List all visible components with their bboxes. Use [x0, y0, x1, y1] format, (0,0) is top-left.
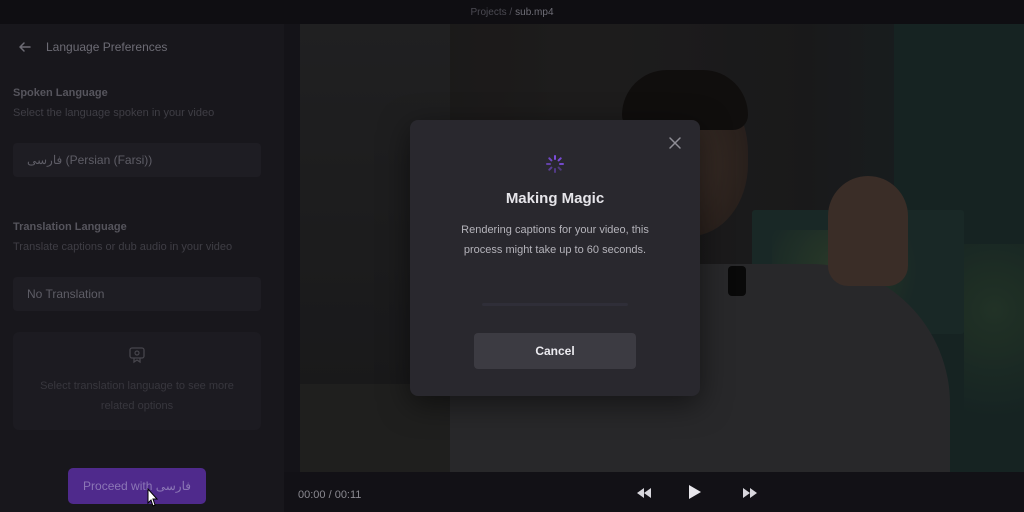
translation-language-value: No Translation	[27, 287, 105, 301]
mouse-pointer-icon	[146, 487, 160, 512]
close-icon[interactable]	[668, 136, 682, 150]
proceed-button[interactable]: Proceed with فارسی	[68, 468, 206, 504]
loading-spinner-icon	[545, 154, 565, 179]
translation-language-subtitle: Translate captions or dub audio in your …	[13, 241, 233, 253]
cancel-button-label: Cancel	[535, 344, 575, 358]
file-name: sub.mp4	[515, 6, 554, 18]
spoken-language-value: فارسی (Persian (Farsi))	[27, 153, 153, 167]
translate-icon	[128, 346, 146, 366]
translation-info-text: Select translation language to see more …	[40, 380, 234, 412]
translation-language-title: Translation Language	[13, 221, 127, 233]
dialog-title: Making Magic	[505, 190, 605, 207]
spoken-language-subtitle: Select the language spoken in your video	[13, 107, 215, 119]
cancel-button[interactable]: Cancel	[474, 333, 636, 369]
render-progress-bar	[482, 303, 628, 306]
language-preferences-panel: Language Preferences Spoken Language Sel…	[0, 24, 284, 512]
translation-info-box: Select translation language to see more …	[13, 332, 261, 430]
panel-title: Language Preferences	[46, 40, 168, 54]
app-window: Projects / sub.mp4 Language Preferences …	[0, 0, 1024, 512]
player-controls: 00:00 / 00:11	[284, 472, 1024, 512]
proceed-button-label: Proceed with فارسی	[83, 479, 191, 493]
back-arrow-icon[interactable]	[18, 40, 32, 54]
title-bar: Projects / sub.mp4	[0, 0, 1024, 24]
panel-header: Language Preferences	[18, 40, 167, 54]
play-icon[interactable]	[688, 484, 702, 505]
spoken-language-select[interactable]: فارسی (Persian (Farsi))	[13, 143, 261, 177]
breadcrumb-prefix: Projects /	[470, 6, 513, 18]
playback-time: 00:00 / 00:11	[298, 489, 362, 501]
dialog-message: Rendering captions for your video, this …	[461, 224, 649, 256]
rewind-icon[interactable]	[636, 486, 652, 504]
fast-forward-icon[interactable]	[742, 486, 758, 504]
spoken-language-title: Spoken Language	[13, 87, 108, 99]
translation-language-select[interactable]: No Translation	[13, 277, 261, 311]
rendering-dialog: Making Magic Rendering captions for your…	[410, 120, 700, 396]
